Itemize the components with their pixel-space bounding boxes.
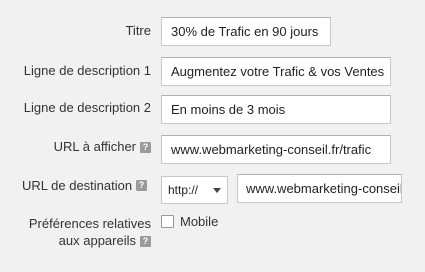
preferences-label: Préférences relatives aux appareils? — [29, 215, 151, 249]
help-icon[interactable]: ? — [140, 142, 151, 154]
protocol-select-value: http:// — [168, 183, 199, 197]
chevron-down-icon — [213, 188, 221, 193]
preferences-label-line2: aux appareils? — [29, 232, 151, 249]
ligne1-input[interactable]: Augmentez votre Trafic & vos Ventes — [161, 57, 391, 86]
mobile-checkbox[interactable] — [161, 215, 174, 228]
ligne2-label: Ligne de description 2 — [23, 100, 151, 115]
preferences-label-line1: Préférences relatives — [28, 216, 151, 231]
url-destination-input[interactable]: www.webmarketing-conseil — [237, 174, 402, 203]
ligne2-input[interactable]: En moins de 3 mois — [161, 95, 391, 124]
url-afficher-label: URL à afficher? — [54, 139, 151, 154]
url-afficher-input[interactable]: www.webmarketing-conseil.fr/trafic — [161, 135, 391, 164]
help-icon[interactable]: ? — [140, 236, 151, 248]
preferences-label-line2-text: aux appareils — [58, 233, 136, 248]
mobile-checkbox-label[interactable]: Mobile — [180, 214, 218, 229]
titre-label: Titre — [125, 23, 151, 38]
url-afficher-label-text: URL à afficher — [53, 139, 136, 154]
protocol-select[interactable]: http:// — [161, 176, 228, 204]
titre-input[interactable]: 30% de Trafic en 90 jours — [161, 17, 331, 46]
url-destination-label: URL de destination — [22, 178, 133, 193]
ligne1-label: Ligne de description 1 — [23, 63, 151, 78]
help-icon[interactable]: ? — [136, 180, 147, 191]
